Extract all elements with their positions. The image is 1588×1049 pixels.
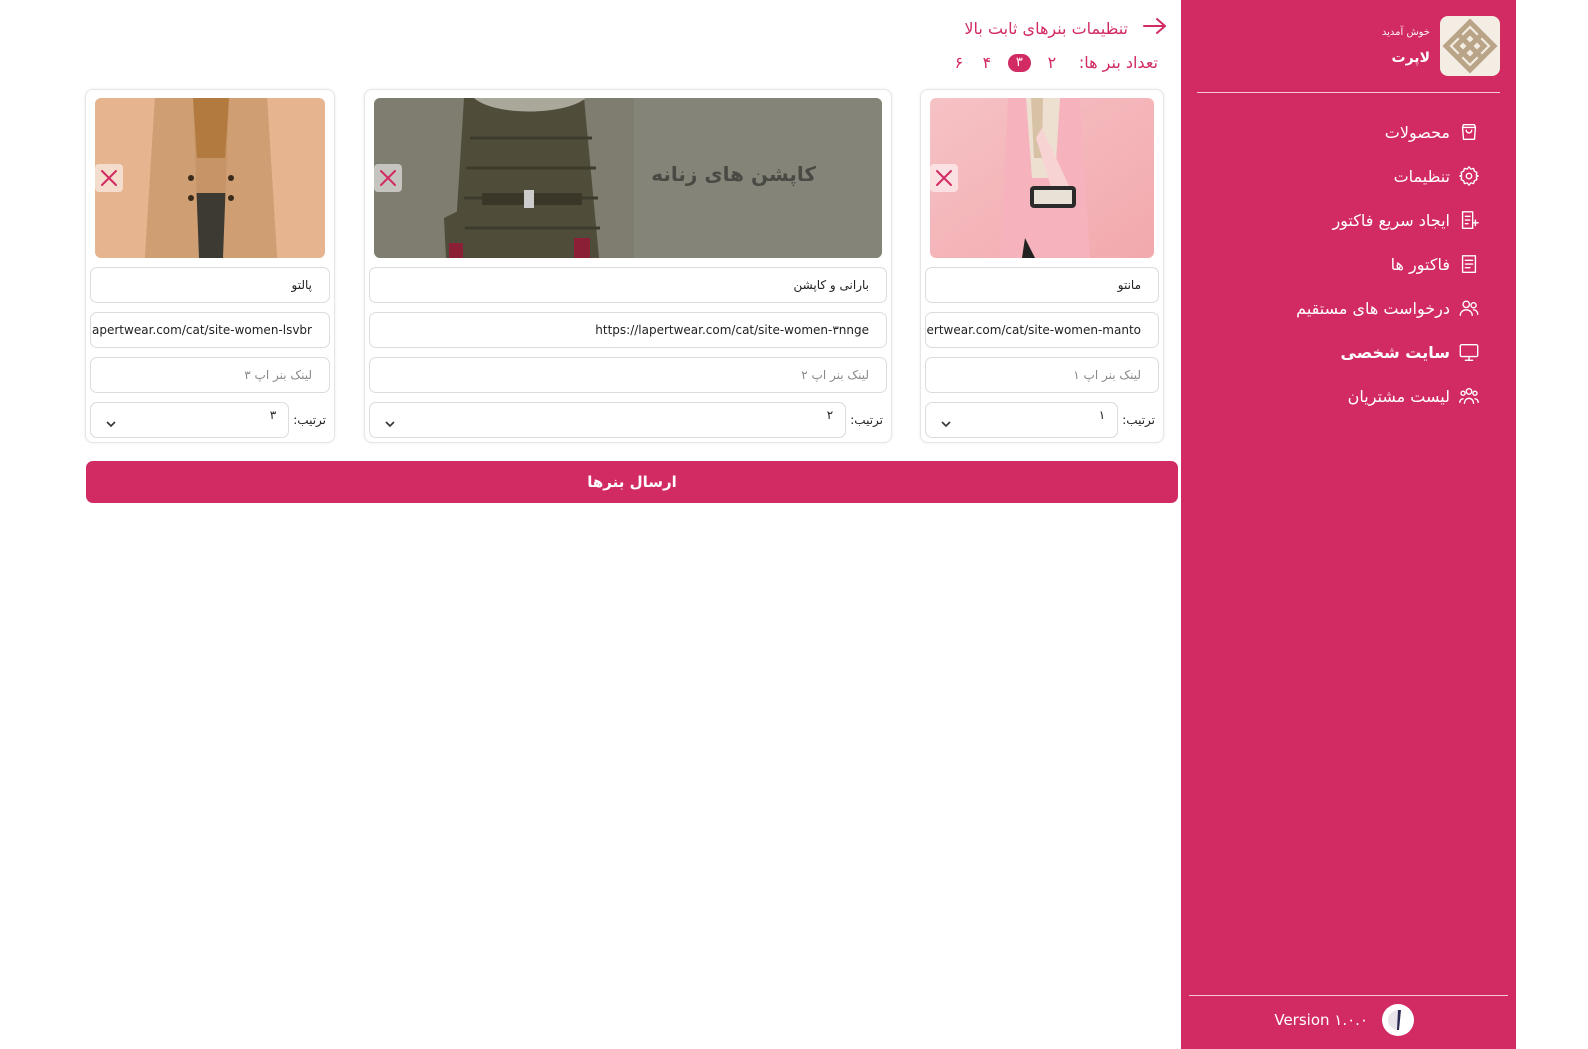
banner-name-input-2[interactable]: بارانی و کاپشن bbox=[369, 267, 887, 303]
chevron-down-icon bbox=[384, 418, 396, 430]
banner-order-row-2: ترتیب: ۲ bbox=[369, 402, 887, 438]
banner-order-row-3: ترتیب: ۳ bbox=[90, 402, 330, 438]
arrow-right-icon[interactable] bbox=[1142, 16, 1168, 40]
sidebar-item-products[interactable]: محصولات bbox=[1296, 110, 1480, 154]
sidebar-item-label: لیست مشتریان bbox=[1347, 386, 1450, 406]
chevron-down-icon bbox=[940, 418, 952, 430]
sidebar-item-label: محصولات bbox=[1384, 122, 1450, 142]
gear-icon bbox=[1458, 165, 1480, 187]
invoice-add-icon bbox=[1458, 209, 1480, 231]
close-icon bbox=[101, 170, 117, 186]
count-option-2[interactable]: ۲ bbox=[1045, 53, 1059, 72]
banner-link-input-1[interactable]: https://lapertwear.com/cat/site-women-ma… bbox=[925, 312, 1159, 348]
shopping-bag-icon bbox=[1458, 121, 1480, 143]
order-value: ۲ bbox=[826, 408, 834, 422]
banner-order-row-1: ترتیب: ۱ bbox=[925, 402, 1159, 438]
brand-logo-icon bbox=[1440, 16, 1500, 76]
version-info: Version ۱.۰.۰ bbox=[1274, 1004, 1414, 1036]
banner-card-2: کاپشن های زنانه بارانی و کاپشن https://l… bbox=[364, 89, 892, 443]
banner-count-label: تعداد بنر ها: bbox=[1078, 53, 1158, 72]
sidebar-divider bbox=[1197, 92, 1500, 93]
banner-image-caption: کاپشن های زنانه bbox=[651, 162, 816, 186]
sidebar-item-quick-invoice[interactable]: ایجاد سریع فاکتور bbox=[1296, 198, 1480, 242]
order-label: ترتیب: bbox=[850, 413, 883, 427]
banner-order-select-1[interactable]: ۱ bbox=[925, 402, 1119, 438]
banner-order-select-2[interactable]: ۲ bbox=[369, 402, 847, 438]
submit-banners-button[interactable]: ارسال بنرها bbox=[86, 461, 1178, 503]
count-option-4[interactable]: ۴ bbox=[980, 53, 994, 72]
order-value: ۱ bbox=[1098, 408, 1106, 422]
sidebar-item-personal-site[interactable]: سایت شخصی bbox=[1296, 330, 1480, 374]
sidebar-item-label: فاکتور ها bbox=[1390, 254, 1450, 274]
banner-card-3: پالتو https://lapertwear.com/cat/site-wo… bbox=[85, 89, 335, 443]
sidebar-item-label: تنظیمات bbox=[1393, 166, 1450, 186]
order-label: ترتیب: bbox=[293, 413, 326, 427]
sidebar-nav: محصولات تنظیمات ایجاد سریع فاکتور فاکتور… bbox=[1296, 110, 1480, 418]
invoice-icon bbox=[1458, 253, 1480, 275]
banner-name-input-3[interactable]: پالتو bbox=[90, 267, 330, 303]
banner-image-2[interactable]: کاپشن های زنانه bbox=[374, 98, 882, 258]
banner-app-link-input-1[interactable]: لینک بنر اپ ۱ bbox=[925, 357, 1159, 393]
page-title: تنظیمات بنرهای ثابت بالا bbox=[964, 18, 1128, 38]
app-logo-icon bbox=[1382, 1004, 1414, 1036]
sidebar: خوش آمدید لاپرت محصولات تنظیمات ایجاد سر… bbox=[1181, 0, 1516, 1049]
remove-banner-2-button[interactable] bbox=[374, 164, 402, 192]
banner-card-1: مانتو https://lapertwear.com/cat/site-wo… bbox=[920, 89, 1164, 443]
sidebar-item-settings[interactable]: تنظیمات bbox=[1296, 154, 1480, 198]
sidebar-item-invoices[interactable]: فاکتور ها bbox=[1296, 242, 1480, 286]
brand: خوش آمدید لاپرت bbox=[1382, 16, 1500, 76]
count-option-6[interactable]: ۶ bbox=[952, 53, 966, 72]
banner-link-input-2[interactable]: https://lapertwear.com/cat/site-women-۳n… bbox=[369, 312, 887, 348]
banner-order-select-3[interactable]: ۳ bbox=[90, 402, 290, 438]
sidebar-item-label: سایت شخصی bbox=[1340, 342, 1450, 362]
order-value: ۳ bbox=[269, 408, 277, 422]
customers-icon bbox=[1458, 385, 1480, 407]
banner-count-selector: تعداد بنر ها: ۲ ۳ ۴ ۶ bbox=[952, 53, 1158, 72]
banner-app-link-input-3[interactable]: لینک بنر اپ ۳ bbox=[90, 357, 330, 393]
users-icon bbox=[1458, 297, 1480, 319]
brand-name: لاپرت bbox=[1391, 49, 1430, 66]
sidebar-item-customers[interactable]: لیست مشتریان bbox=[1296, 374, 1480, 418]
sidebar-item-direct-requests[interactable]: درخواست های مستقیم bbox=[1296, 286, 1480, 330]
count-option-3[interactable]: ۳ bbox=[1007, 53, 1031, 72]
sidebar-item-label: درخواست های مستقیم bbox=[1296, 298, 1450, 318]
footer-divider bbox=[1189, 995, 1508, 996]
page-header: تنظیمات بنرهای ثابت بالا bbox=[964, 16, 1168, 40]
banner-image-3[interactable] bbox=[95, 98, 325, 258]
version-text: Version ۱.۰.۰ bbox=[1274, 1011, 1368, 1029]
banner-name-input-1[interactable]: مانتو bbox=[925, 267, 1159, 303]
remove-banner-3-button[interactable] bbox=[95, 164, 123, 192]
order-label: ترتیب: bbox=[1122, 413, 1155, 427]
banner-app-link-input-2[interactable]: لینک بنر اپ ۲ bbox=[369, 357, 887, 393]
remove-banner-1-button[interactable] bbox=[930, 164, 958, 192]
banner-image-1[interactable] bbox=[930, 98, 1154, 258]
close-icon bbox=[380, 170, 396, 186]
chevron-down-icon bbox=[105, 418, 117, 430]
monitor-icon bbox=[1458, 341, 1480, 363]
welcome-text: خوش آمدید bbox=[1381, 26, 1430, 38]
sidebar-item-label: ایجاد سریع فاکتور bbox=[1332, 210, 1450, 230]
close-icon bbox=[936, 170, 952, 186]
banner-link-input-3[interactable]: https://lapertwear.com/cat/site-women-ls… bbox=[90, 312, 330, 348]
